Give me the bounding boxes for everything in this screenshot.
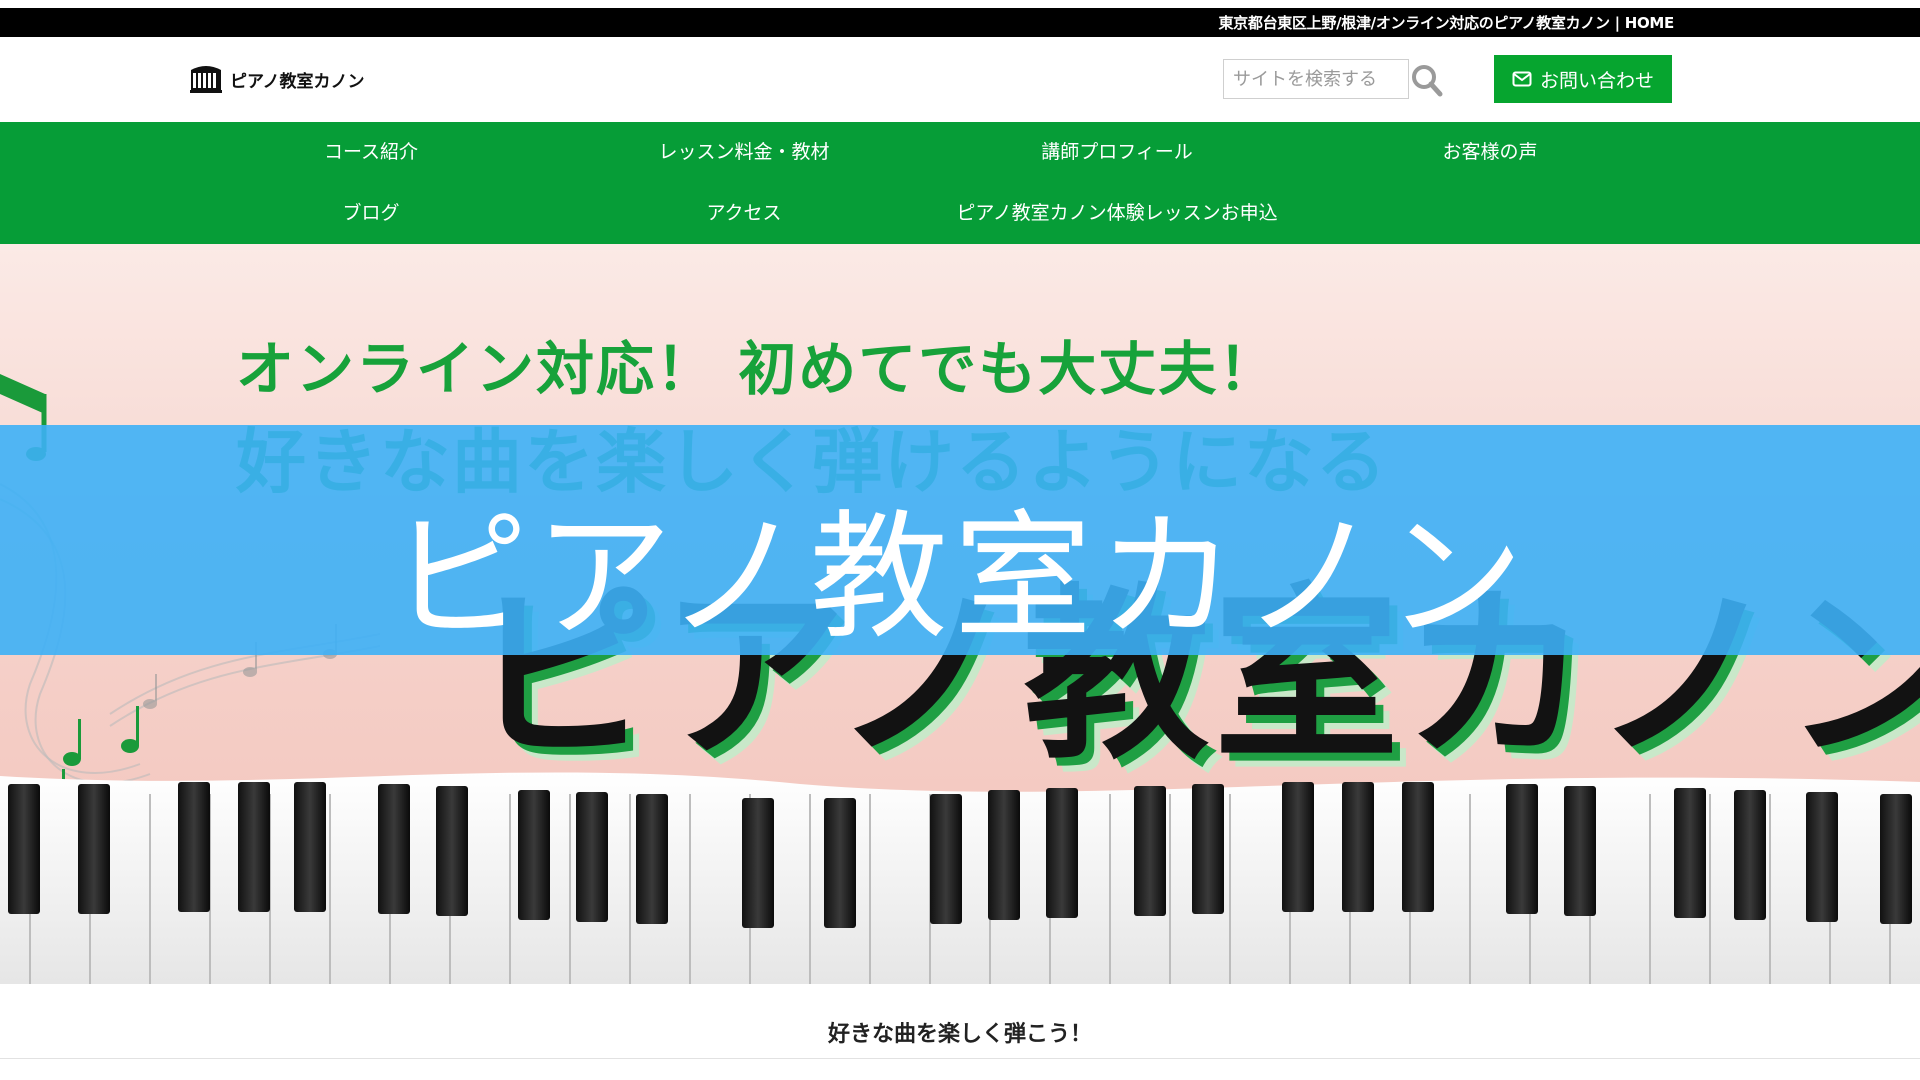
site-description-link[interactable]: 東京都台東区上野/根津/オンライン対応のピアノ教室カノン | HOME <box>1218 12 1674 33</box>
nav-item-instructor-profile[interactable]: 講師プロフィール <box>1041 137 1193 164</box>
piano-logo-icon <box>190 66 222 93</box>
mail-icon <box>1512 71 1532 87</box>
site-logo[interactable]: ピアノ教室カノン <box>188 61 364 97</box>
search-button[interactable] <box>1408 60 1448 100</box>
logo-text: ピアノ教室カノン <box>230 71 365 92</box>
piano-keyboard-image <box>0 772 1920 984</box>
search-input[interactable] <box>1223 59 1409 99</box>
main-navigation: コース紹介 レッスン料金・教材 講師プロフィール お客様の声 ブログ アクセス … <box>0 122 1920 244</box>
banner-title: ピアノ教室カノン <box>390 497 1530 658</box>
site-header: ピアノ教室カノン お問い合わせ <box>0 37 1920 122</box>
search-icon <box>1412 65 1443 97</box>
hero-headline: オンライン対応！ 初めてでも大丈夫！ <box>236 335 1279 403</box>
nav-item-access[interactable]: アクセス <box>706 198 781 225</box>
divider <box>0 1058 1920 1059</box>
top-info-bar: 東京都台東区上野/根津/オンライン対応のピアノ教室カノン | HOME <box>0 0 1920 37</box>
contact-label: お問い合わせ <box>1539 69 1654 92</box>
nav-item-lesson-fees[interactable]: レッスン料金・教材 <box>658 137 829 164</box>
nav-item-courses[interactable]: コース紹介 <box>324 137 418 164</box>
title-overlay-banner: ピアノ教室カノン <box>0 425 1920 658</box>
nav-item-trial-lesson[interactable]: ピアノ教室カノン体験レッスンお申込 <box>956 198 1277 225</box>
nav-item-testimonials[interactable]: お客様の声 <box>1442 137 1537 164</box>
tagline: 好きな曲を楽しく弾こう！ <box>827 1022 1092 1047</box>
nav-item-blog[interactable]: ブログ <box>342 198 399 225</box>
contact-button[interactable]: お問い合わせ <box>1494 55 1672 103</box>
